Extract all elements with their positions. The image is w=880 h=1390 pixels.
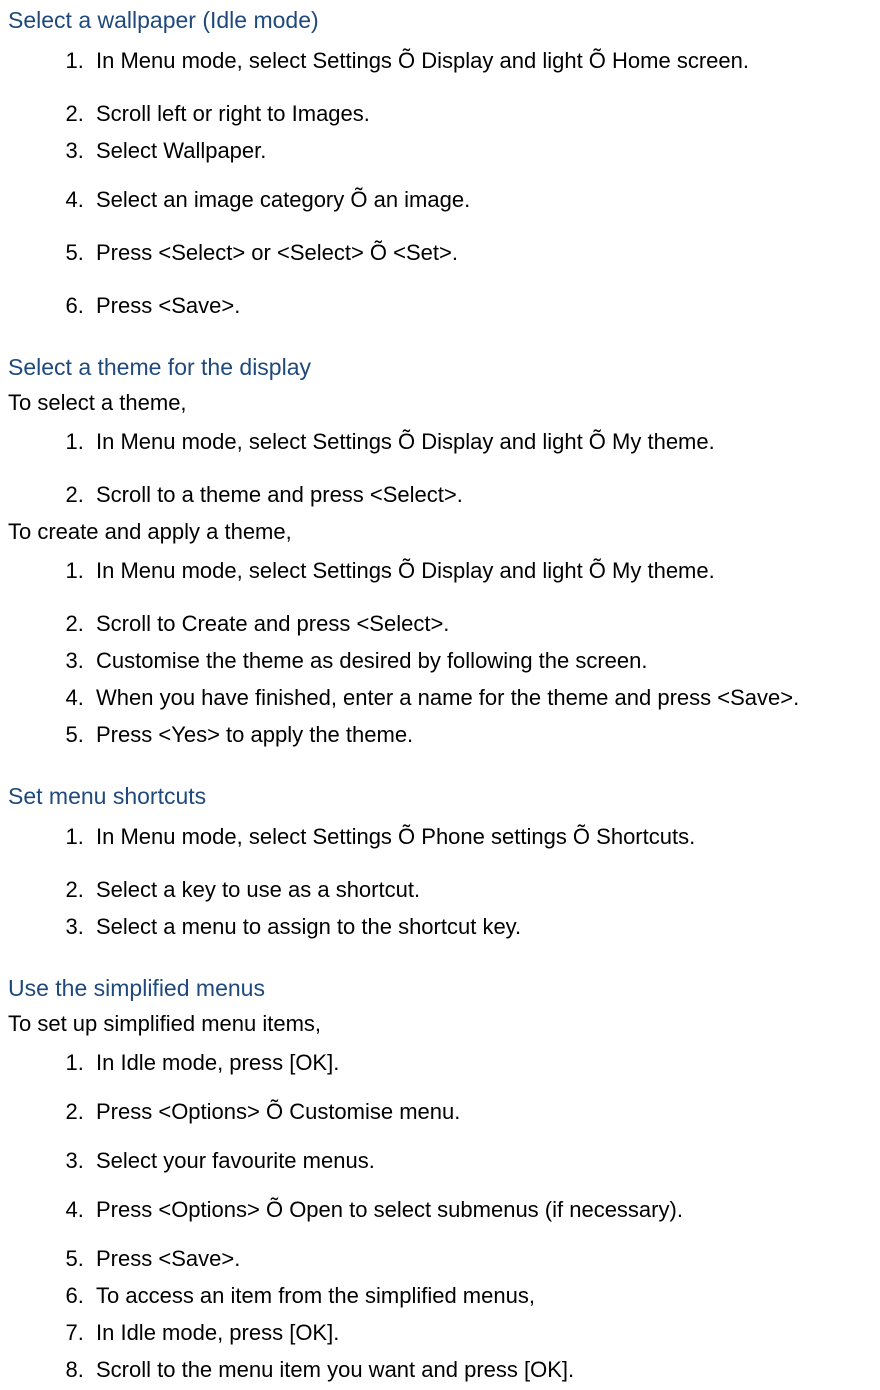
intro-create-theme: To create and apply a theme, xyxy=(8,515,872,548)
heading-theme: Select a theme for the display xyxy=(8,350,872,385)
step: In Menu mode, select Settings Õ Display … xyxy=(90,44,872,77)
step: In Menu mode, select Settings Õ Display … xyxy=(90,425,872,458)
step: Customise the theme as desired by follow… xyxy=(90,644,872,677)
steps-wallpaper: In Menu mode, select Settings Õ Display … xyxy=(8,44,872,322)
step: Press <Yes> to apply the theme. xyxy=(90,718,872,751)
step: When you have finished, enter a name for… xyxy=(90,681,872,714)
steps-shortcuts: In Menu mode, select Settings Õ Phone se… xyxy=(8,820,872,943)
step: Select your favourite menus. xyxy=(90,1144,872,1177)
step: Select a menu to assign to the shortcut … xyxy=(90,910,872,943)
step: Scroll to Create and press <Select>. xyxy=(90,607,872,640)
step: In Menu mode, select Settings Õ Display … xyxy=(90,554,872,587)
step: Press <Options> Õ Open to select submenu… xyxy=(90,1193,872,1226)
heading-shortcuts: Set menu shortcuts xyxy=(8,779,872,814)
step: To access an item from the simplified me… xyxy=(90,1279,872,1312)
step: Select Wallpaper. xyxy=(90,134,872,167)
step: In Menu mode, select Settings Õ Phone se… xyxy=(90,820,872,853)
steps-simplified-menus: In Idle mode, press [OK]. Press <Options… xyxy=(8,1046,872,1386)
intro-select-theme: To select a theme, xyxy=(8,386,872,419)
heading-wallpaper: Select a wallpaper (Idle mode) xyxy=(8,3,872,38)
intro-simplified-menus: To set up simplified menu items, xyxy=(8,1007,872,1040)
step: Select an image category Õ an image. xyxy=(90,183,872,216)
step: Scroll to a theme and press <Select>. xyxy=(90,478,872,511)
step: In Idle mode, press [OK]. xyxy=(90,1316,872,1349)
steps-select-theme: In Menu mode, select Settings Õ Display … xyxy=(8,425,872,511)
step: Press <Save>. xyxy=(90,1242,872,1275)
steps-create-theme: In Menu mode, select Settings Õ Display … xyxy=(8,554,872,751)
step: Scroll to the menu item you want and pre… xyxy=(90,1353,872,1386)
heading-simplified-menus: Use the simplified menus xyxy=(8,971,872,1006)
step: Press <Save>. xyxy=(90,289,872,322)
step: Select a key to use as a shortcut. xyxy=(90,873,872,906)
step: Scroll left or right to Images. xyxy=(90,97,872,130)
step: In Idle mode, press [OK]. xyxy=(90,1046,872,1079)
step: Press <Options> Õ Customise menu. xyxy=(90,1095,872,1128)
step: Press <Select> or <Select> Õ <Set>. xyxy=(90,236,872,269)
